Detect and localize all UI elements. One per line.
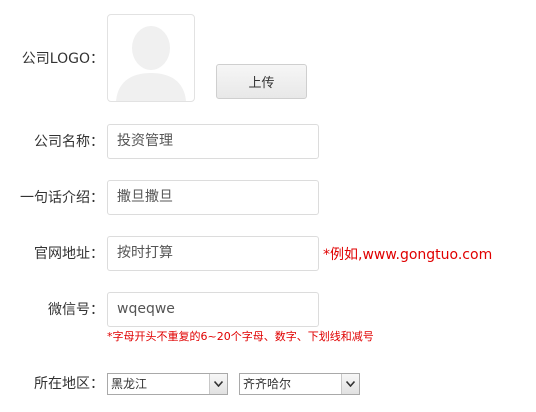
website-hint: *例如,www.gongtuo.com	[323, 247, 493, 263]
wechat-input[interactable]: wqeqwe	[107, 292, 319, 327]
person-silhouette-icon	[116, 26, 186, 101]
company-info-form: 公司LOGO： 上传 公司名称： 投资管理 一句话介绍： 撒旦撒旦 官网地址： …	[0, 0, 536, 412]
city-select[interactable]: 齐齐哈尔	[239, 373, 360, 395]
logo-label: 公司LOGO：	[21, 51, 104, 67]
tagline-input[interactable]: 撒旦撒旦	[107, 180, 319, 215]
upload-button[interactable]: 上传	[216, 64, 307, 99]
wechat-hint: *字母开头不重复的6~20个字母、数字、下划线和减号	[107, 330, 374, 343]
province-select[interactable]: 黑龙江	[107, 373, 228, 395]
region-label: 所在地区：	[34, 376, 104, 392]
wechat-label: 微信号：	[48, 302, 104, 318]
website-label: 官网地址：	[34, 246, 104, 262]
chevron-down-icon[interactable]	[341, 374, 359, 394]
website-input[interactable]: 按时打算	[107, 236, 319, 271]
logo-upload-preview[interactable]	[107, 14, 195, 102]
city-select-value: 齐齐哈尔	[243, 377, 292, 391]
tagline-label: 一句话介绍：	[20, 190, 104, 206]
company-name-label: 公司名称：	[34, 134, 104, 150]
province-select-value: 黑龙江	[111, 377, 148, 391]
company-name-input[interactable]: 投资管理	[107, 124, 319, 159]
chevron-down-icon[interactable]	[209, 374, 227, 394]
